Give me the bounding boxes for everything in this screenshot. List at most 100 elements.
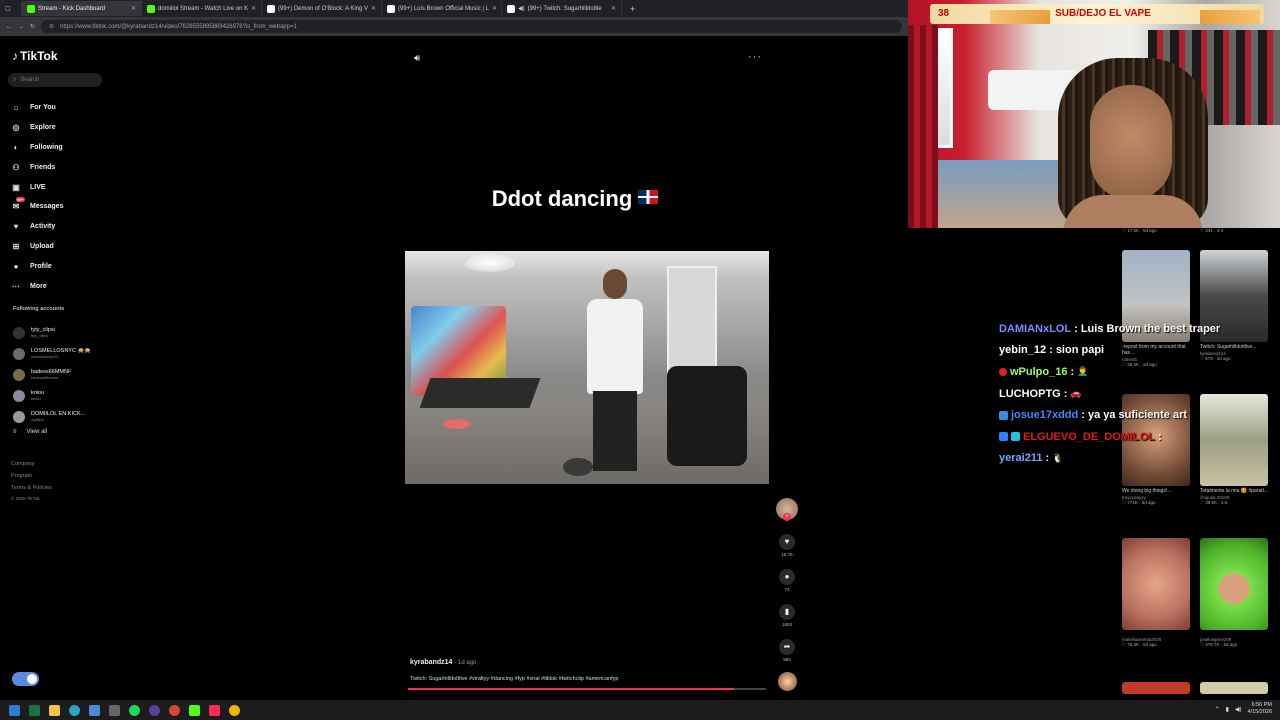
sidebar-item-activity[interactable]: ♥ Activity	[11, 217, 63, 237]
emote-icon: 🚗	[1070, 388, 1082, 399]
close-icon[interactable]: ✕	[131, 5, 136, 12]
video-light	[465, 254, 515, 272]
following-icon: ◐	[13, 142, 19, 152]
tab-demon-oblock[interactable]: (99+) Demon of O'Block: A King V ✕	[262, 1, 382, 16]
footer-link-program[interactable]: Program	[11, 470, 52, 482]
pen-icon[interactable]	[104, 700, 124, 720]
share-button[interactable]: ➦ 984	[779, 639, 795, 662]
tab-title: (99+) Demon of O'Block: A King V	[278, 5, 369, 12]
sidebar-item-label: Friends	[30, 163, 56, 171]
chevron-up-icon[interactable]: ⌃	[1215, 706, 1220, 713]
video-player[interactable]	[405, 251, 769, 484]
search-placeholder: Search	[20, 77, 40, 83]
spotify-icon[interactable]	[124, 700, 144, 720]
tab-kick-dashboard[interactable]: Stream - Kick Dashboard ✕	[22, 1, 142, 16]
sub-goal-count: 38	[938, 8, 950, 19]
sidebar-item-friends[interactable]: ⚇ Friends	[11, 157, 63, 177]
footer-link-company[interactable]: Company	[11, 458, 52, 470]
search-input[interactable]: ⌕ Search	[8, 73, 102, 87]
sidebar-item-for-you[interactable]: ⌂ For You	[11, 98, 63, 118]
account-item[interactable]: DOMIILOL EN KICK... ogdiilol	[13, 406, 91, 427]
tiktok-icon[interactable]	[204, 700, 224, 720]
clock[interactable]: 6:56 PM 4/15/2026	[1248, 702, 1272, 716]
chat-message: wPulpo_16 : 👨‍🦱	[999, 361, 1239, 383]
account-item[interactable]: LOSMELLOSNYC 🙊🙊 losmellosnyc22	[13, 343, 91, 364]
url-text: https://www.tiktok.com/@kyrabandz14/vide…	[60, 23, 297, 30]
sidebar-item-explore[interactable]: ◎ Explore	[11, 118, 63, 138]
tab-twitch-sugarhill[interactable]: ◀) (99+) Twitch: Sugarhilldottie ✕	[502, 1, 622, 16]
view-all-link[interactable]: ≡ View all	[13, 429, 91, 435]
network-icon[interactable]: ▮	[1226, 706, 1229, 713]
like-count: 16.7K	[781, 552, 793, 557]
video-card[interactable]: maitellaorienta2025 ♡ 78.3K · 6d ago	[1122, 538, 1192, 648]
folder-icon[interactable]	[44, 700, 64, 720]
account-item[interactable]: hadess66MMNF hadess66mmnf	[13, 364, 91, 385]
video-title-text: Ddot dancing	[491, 186, 633, 211]
like-button[interactable]: ♥ 16.7K	[779, 534, 795, 557]
account-item[interactable]: tyty_clipsi tyty_clipsi	[13, 322, 91, 343]
close-icon[interactable]: ✕	[492, 5, 497, 12]
chat-overlay: DAMIANxLOL : Luis Brown the best traper …	[999, 318, 1239, 469]
chrome-canary-icon[interactable]	[224, 700, 244, 720]
volume-icon[interactable]: ◀)	[1235, 706, 1242, 713]
store-icon[interactable]	[84, 700, 104, 720]
profile-icon: ●	[13, 261, 19, 271]
account-item[interactable]: kriiou kriiou	[13, 385, 91, 406]
close-icon[interactable]: ✕	[371, 5, 376, 12]
close-icon[interactable]: ✕	[611, 5, 616, 12]
reload-icon[interactable]: ↻	[30, 23, 35, 30]
video-card[interactable]: ♡ 17.6K · 5d ago	[1122, 228, 1192, 234]
sidebar-item-live[interactable]: ▣ LIVE	[11, 177, 63, 197]
tiktok-logo[interactable]: ♪ TikTok	[12, 49, 58, 63]
theme-toggle[interactable]	[12, 672, 39, 686]
site-info-icon[interactable]: ⊜	[49, 23, 54, 30]
sidebar-item-messages[interactable]: ✉ Messages 99+	[11, 196, 63, 217]
chat-text: :	[1063, 387, 1068, 400]
activity-icon: ♥	[13, 222, 19, 232]
dominican-flag-icon	[638, 190, 659, 204]
tab-title: (99+) Luis Brown Official Music | L	[398, 5, 489, 12]
chat-message: yebin_12 : sion papi	[999, 340, 1239, 362]
video-card[interactable]	[1122, 682, 1192, 694]
tab-domiilol-stream[interactable]: domiilol Stream - Watch Live on K ✕	[142, 1, 262, 16]
kick-icon[interactable]	[184, 700, 204, 720]
chat-username: yebin_12	[999, 344, 1047, 357]
sidebar-item-upload[interactable]: ⊞ Upload	[11, 237, 63, 257]
footer-link-terms[interactable]: Terms & Policies	[11, 482, 52, 494]
more-options-icon[interactable]: ···	[748, 51, 762, 63]
volume-icon[interactable]: 🔊︎	[414, 53, 420, 64]
video-card[interactable]: ♡ 341 · 4-4	[1200, 228, 1270, 234]
window-menu-icon[interactable]: ▢	[0, 1, 22, 16]
sidebar-item-profile[interactable]: ● Profile	[11, 256, 63, 276]
toggle-knob	[27, 674, 37, 684]
bookmark-button[interactable]: ▮ 1653	[779, 604, 795, 627]
video-author[interactable]: kyrabandz14 · 1d ago	[410, 659, 476, 666]
tiktok-icon	[507, 4, 515, 13]
comment-button[interactable]: ● 74	[779, 569, 795, 592]
video-card[interactable]	[1200, 682, 1270, 694]
forward-icon[interactable]: →	[18, 24, 24, 30]
tab-title: domiilol Stream - Watch Live on K	[158, 5, 249, 12]
chrome-icon[interactable]	[164, 700, 184, 720]
video-card[interactable]: joseluisperez09 ♡ 376.7K · 5d ago	[1200, 538, 1270, 648]
chat-message: ELGUEVO_DE_DOMILOL :	[999, 426, 1239, 448]
start-icon[interactable]	[4, 700, 24, 720]
address-bar[interactable]: ⊜ https://www.tiktok.com/@kyrabandz14/vi…	[41, 20, 902, 33]
excel-icon[interactable]	[24, 700, 44, 720]
sidebar-item-label: Following	[30, 143, 63, 151]
video-progress-bar[interactable]	[408, 688, 766, 690]
edge-icon[interactable]	[64, 700, 84, 720]
new-tab-button[interactable]: +	[622, 4, 643, 14]
sidebar-item-following[interactable]: ◐ Following	[11, 138, 63, 158]
follow-plus-icon[interactable]: +	[783, 513, 791, 521]
comment-icon: ●	[779, 569, 795, 585]
close-icon[interactable]: ✕	[251, 5, 256, 12]
tab-luis-brown[interactable]: (99+) Luis Brown Official Music | L ✕	[382, 1, 502, 16]
obs-icon[interactable]	[144, 700, 164, 720]
back-icon[interactable]: ←	[6, 24, 12, 30]
music-disc-icon[interactable]	[778, 672, 797, 691]
sidebar-item-more[interactable]: ··· More	[11, 276, 63, 296]
sidebar-item-label: Explore	[30, 124, 56, 132]
following-accounts-title: Following accounts	[13, 306, 65, 312]
chat-username: wPulpo_16	[1010, 365, 1068, 378]
